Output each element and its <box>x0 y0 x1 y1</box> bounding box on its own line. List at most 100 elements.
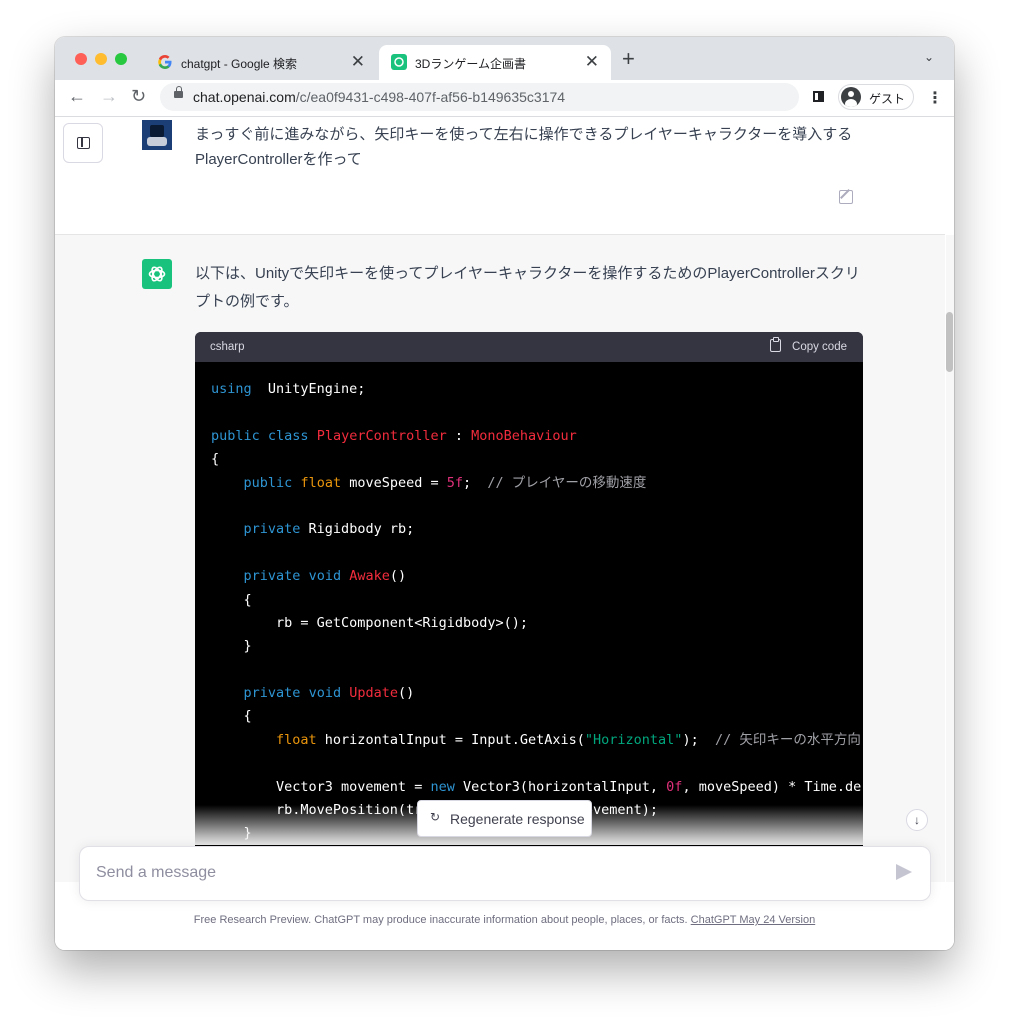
chatgpt-favicon-icon <box>391 54 407 70</box>
code-token: horizontalInput = Input.GetAxis( <box>316 731 585 748</box>
code-line: public class PlayerController : MonoBeha… <box>211 425 861 448</box>
code-token: Rigidbody rb; <box>300 521 415 538</box>
footer-text: Free Research Preview. ChatGPT may produ… <box>193 914 691 926</box>
browser-window: chatgpt - Google 検索 ✕ 3Dランゲーム企画書 ✕ + ⌄ ←… <box>55 37 954 950</box>
code-token: : <box>446 427 472 444</box>
copy-icon <box>770 337 782 352</box>
code-token: void <box>308 568 342 585</box>
code-line: private void Update() <box>211 682 861 705</box>
back-button[interactable]: ← <box>68 86 86 107</box>
code-token: } <box>211 638 252 655</box>
code-line: } <box>211 635 861 658</box>
maximize-window-button[interactable] <box>115 53 127 65</box>
version-link[interactable]: ChatGPT May 24 Version <box>691 914 816 926</box>
code-line: using UnityEngine; <box>211 378 861 401</box>
code-token: float <box>276 731 317 748</box>
code-token: moveSpeed = <box>341 474 447 491</box>
code-token: private <box>243 568 301 585</box>
code-line: { <box>211 448 861 471</box>
code-content: using UnityEngine; public class PlayerCo… <box>211 378 861 846</box>
url-text[interactable]: chat.openai.com/c/ea0f9431-c498-407f-af5… <box>193 89 565 105</box>
plus-icon[interactable]: + <box>622 46 635 72</box>
sidebar-toggle-button[interactable] <box>63 123 103 163</box>
browser-toolbar: ← → ↻ chat.openai.com/c/ea0f9431-c498-40… <box>55 80 954 117</box>
menu-icon[interactable]: ⋮ <box>927 88 943 108</box>
google-icon <box>158 55 172 69</box>
message-input[interactable] <box>94 863 878 883</box>
edit-icon[interactable] <box>839 190 853 204</box>
scrollbar-thumb[interactable] <box>946 312 953 372</box>
copy-code-button[interactable]: Copy code <box>770 337 847 353</box>
code-token: new <box>430 778 455 795</box>
code-line: private void Awake() <box>211 565 861 588</box>
code-token: "Horizontal" <box>584 731 683 748</box>
regenerate-response-button[interactable]: ↻ Regenerate response <box>417 800 592 837</box>
code-token: MonoBehaviour <box>471 427 577 444</box>
chat-page: まっすぐ前に進みながら、矢印キーを使って左右に操作できるプレイヤーキャラクターを… <box>55 117 954 950</box>
assistant-message: 以下は、Unityで矢印キーを使ってプレイヤーキャラクターを操作するためのPla… <box>195 265 860 310</box>
close-icon[interactable]: ✕ <box>585 52 599 72</box>
code-token: float <box>300 474 342 491</box>
code-token: 0f <box>666 778 683 795</box>
code-token: private <box>243 521 301 538</box>
sidebar-toggle-icon <box>77 137 90 149</box>
code-token: private <box>243 685 301 702</box>
url-host: chat.openai.com <box>193 89 296 105</box>
reload-button[interactable]: ↻ <box>131 86 146 107</box>
code-header: csharp Copy code <box>195 332 863 362</box>
user-message: まっすぐ前に進みながら、矢印キーを使って左右に操作できるプレイヤーキャラクターを… <box>195 126 853 168</box>
copy-code-label: Copy code <box>792 341 847 353</box>
close-icon[interactable]: ✕ <box>351 52 365 72</box>
tab-search-chevron-icon[interactable]: ⌄ <box>924 50 934 64</box>
minimize-window-button[interactable] <box>95 53 107 65</box>
code-token: 5f <box>446 474 464 491</box>
tab-google-search[interactable]: chatgpt - Google 検索 ✕ <box>145 45 377 80</box>
code-line: public float moveSpeed = 5f; // プレイヤーの移動… <box>211 472 861 495</box>
profile-icon <box>841 87 861 107</box>
code-token: ); <box>682 731 715 748</box>
code-token: Vector3 movement = <box>211 778 431 795</box>
code-line: Vector3 movement = new Vector3(horizonta… <box>211 776 861 799</box>
tab-planning-doc[interactable]: 3Dランゲーム企画書 ✕ <box>379 45 611 80</box>
send-icon[interactable] <box>896 864 912 880</box>
address-bar[interactable]: chat.openai.com/c/ea0f9431-c498-407f-af5… <box>160 83 799 111</box>
code-token: () <box>398 685 415 702</box>
footer-disclaimer: Free Research Preview. ChatGPT may produ… <box>55 914 954 926</box>
regenerate-label: Regenerate response <box>450 811 585 827</box>
code-token: { <box>211 451 220 468</box>
code-token: Update <box>349 685 398 702</box>
code-token: // 矢印キーの水平方向 <box>714 731 861 748</box>
code-token: rb = GetComponent<Rigidbody>(); <box>211 614 528 631</box>
code-language: csharp <box>210 341 245 353</box>
code-token: ; <box>463 474 488 491</box>
code-token: Awake <box>349 568 390 585</box>
code-token: Vector3(horizontalInput, <box>454 778 667 795</box>
code-block: csharp Copy code using UnityEngine; publ… <box>195 332 863 852</box>
code-token: { <box>211 591 252 608</box>
tab-strip: chatgpt - Google 検索 ✕ 3Dランゲーム企画書 ✕ + ⌄ <box>55 37 954 80</box>
close-window-button[interactable] <box>75 53 87 65</box>
code-token: UnityEngine; <box>251 381 366 397</box>
lock-icon[interactable] <box>174 86 183 98</box>
code-token: using <box>211 381 252 397</box>
forward-button[interactable]: → <box>100 86 118 107</box>
tab-title: 3Dランゲーム企画書 <box>415 57 526 71</box>
code-token: // プレイヤーの移動速度 <box>487 474 647 491</box>
chatgpt-logo-icon <box>142 259 172 289</box>
arrow-down-icon[interactable]: ↓ <box>906 809 928 831</box>
profile-button[interactable]: ゲスト <box>838 84 914 110</box>
side-panel-icon[interactable] <box>813 91 824 102</box>
code-line: private Rigidbody rb; <box>211 518 861 541</box>
user-avatar <box>142 120 172 150</box>
